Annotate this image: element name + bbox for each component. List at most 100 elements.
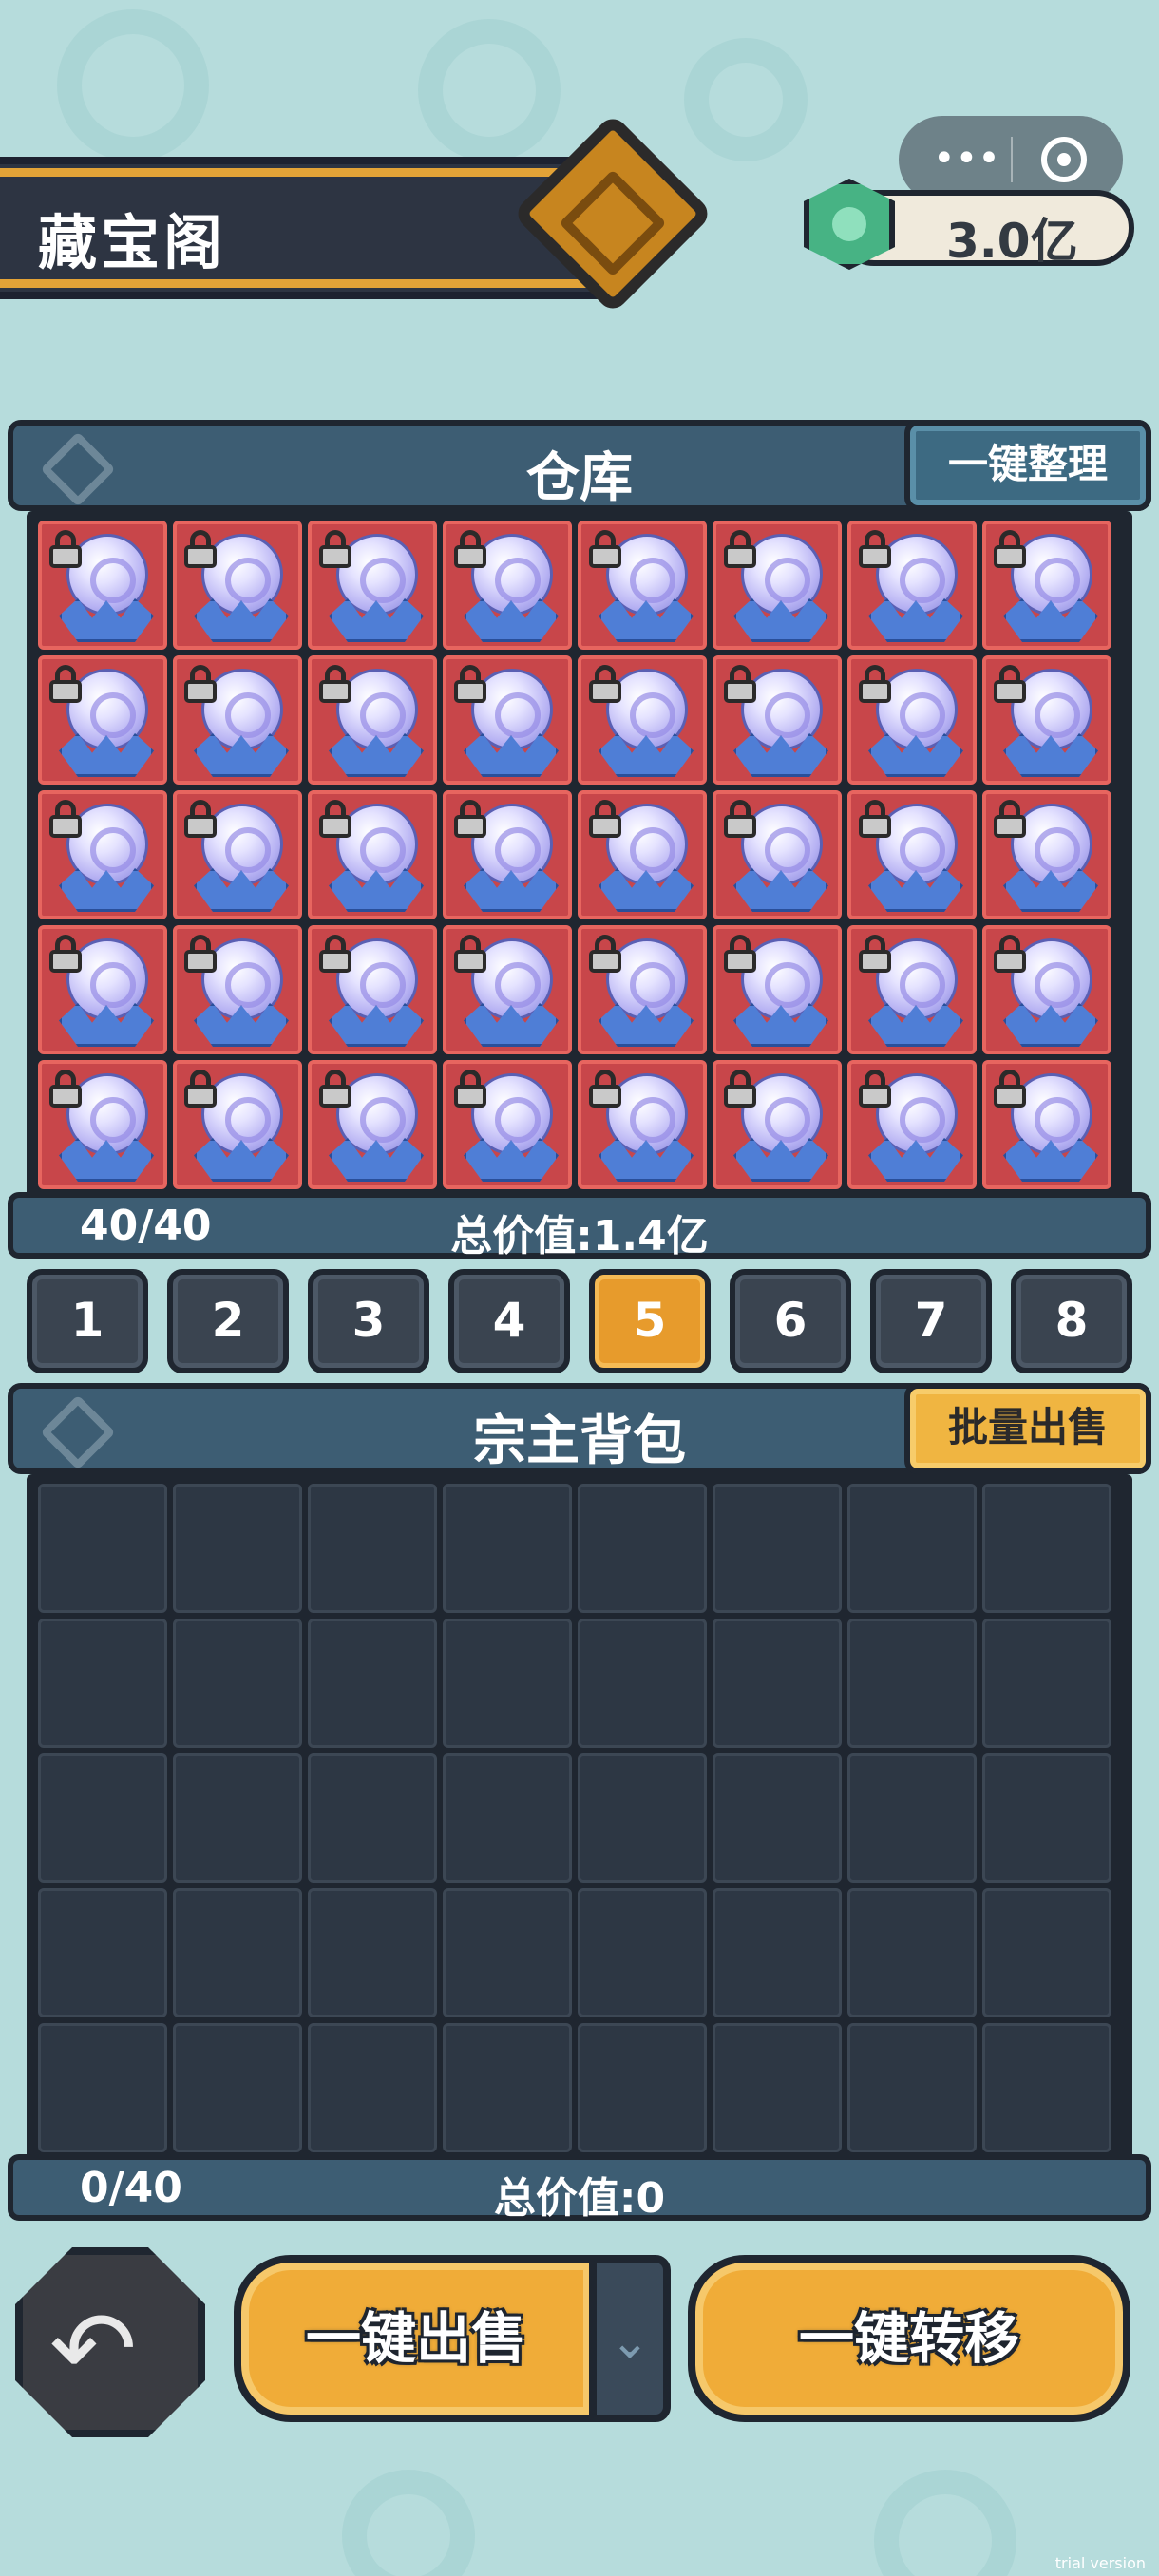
warehouse-item-slot[interactable] bbox=[443, 790, 572, 919]
warehouse-item-slot[interactable] bbox=[847, 925, 977, 1054]
warehouse-item-slot[interactable] bbox=[982, 655, 1112, 785]
sell-all-button[interactable]: 一键出售 bbox=[234, 2255, 598, 2422]
warehouse-item-slot[interactable] bbox=[173, 655, 302, 785]
backpack-empty-slot[interactable] bbox=[443, 1753, 572, 1883]
backpack-empty-slot[interactable] bbox=[982, 2023, 1112, 2152]
warehouse-item-slot[interactable] bbox=[847, 655, 977, 785]
warehouse-item-slot[interactable] bbox=[578, 790, 707, 919]
backpack-empty-slot[interactable] bbox=[38, 2023, 167, 2152]
warehouse-item-slot[interactable] bbox=[847, 1060, 977, 1189]
backpack-empty-slot[interactable] bbox=[308, 1753, 437, 1883]
warehouse-item-slot[interactable] bbox=[847, 521, 977, 650]
backpack-empty-slot[interactable] bbox=[712, 2023, 842, 2152]
backpack-empty-slot[interactable] bbox=[712, 1753, 842, 1883]
warehouse-item-slot[interactable] bbox=[982, 925, 1112, 1054]
warehouse-item-slot[interactable] bbox=[308, 1060, 437, 1189]
sell-options-dropdown[interactable]: ⌄ bbox=[589, 2255, 671, 2422]
batch-sell-button[interactable]: 批量出售 bbox=[904, 1383, 1151, 1474]
backpack-empty-slot[interactable] bbox=[982, 1619, 1112, 1748]
backpack-empty-slot[interactable] bbox=[308, 1888, 437, 2017]
backpack-empty-slot[interactable] bbox=[982, 1484, 1112, 1613]
backpack-empty-slot[interactable] bbox=[847, 1484, 977, 1613]
backpack-empty-slot[interactable] bbox=[38, 1753, 167, 1883]
backpack-empty-slot[interactable] bbox=[578, 1484, 707, 1613]
warehouse-item-slot[interactable] bbox=[712, 1060, 842, 1189]
backpack-empty-slot[interactable] bbox=[443, 1619, 572, 1748]
backpack-empty-slot[interactable] bbox=[982, 1888, 1112, 2017]
target-icon[interactable] bbox=[1041, 137, 1087, 182]
warehouse-item-slot[interactable] bbox=[712, 925, 842, 1054]
backpack-empty-slot[interactable] bbox=[712, 1888, 842, 2017]
warehouse-item-slot[interactable] bbox=[578, 521, 707, 650]
warehouse-item-slot[interactable] bbox=[173, 925, 302, 1054]
more-dots-icon[interactable]: ••• bbox=[933, 135, 1000, 182]
backpack-empty-slot[interactable] bbox=[982, 1753, 1112, 1883]
page-tab-4[interactable]: 4 bbox=[448, 1269, 570, 1373]
warehouse-item-slot[interactable] bbox=[712, 655, 842, 785]
page-tab-2[interactable]: 2 bbox=[167, 1269, 289, 1373]
warehouse-item-slot[interactable] bbox=[982, 521, 1112, 650]
warehouse-item-slot[interactable] bbox=[308, 790, 437, 919]
backpack-empty-slot[interactable] bbox=[847, 1753, 977, 1883]
lock-icon bbox=[857, 665, 893, 703]
warehouse-item-slot[interactable] bbox=[443, 521, 572, 650]
page-tab-6[interactable]: 6 bbox=[730, 1269, 851, 1373]
page-tab-7[interactable]: 7 bbox=[870, 1269, 992, 1373]
backpack-empty-slot[interactable] bbox=[173, 1619, 302, 1748]
page-tab-1[interactable]: 1 bbox=[27, 1269, 148, 1373]
warehouse-item-slot[interactable] bbox=[443, 1060, 572, 1189]
backpack-empty-slot[interactable] bbox=[443, 1888, 572, 2017]
warehouse-item-slot[interactable] bbox=[38, 790, 167, 919]
backpack-empty-slot[interactable] bbox=[38, 1484, 167, 1613]
warehouse-item-slot[interactable] bbox=[578, 925, 707, 1054]
backpack-empty-slot[interactable] bbox=[308, 1619, 437, 1748]
warehouse-item-slot[interactable] bbox=[173, 790, 302, 919]
warehouse-item-slot[interactable] bbox=[443, 925, 572, 1054]
auto-sort-button[interactable]: 一键整理 bbox=[904, 420, 1151, 511]
warehouse-item-slot[interactable] bbox=[712, 521, 842, 650]
warehouse-item-slot[interactable] bbox=[443, 655, 572, 785]
warehouse-item-slot[interactable] bbox=[578, 655, 707, 785]
warehouse-item-slot[interactable] bbox=[173, 1060, 302, 1189]
backpack-empty-slot[interactable] bbox=[443, 1484, 572, 1613]
warehouse-item-slot[interactable] bbox=[982, 1060, 1112, 1189]
backpack-empty-slot[interactable] bbox=[712, 1619, 842, 1748]
warehouse-item-slot[interactable] bbox=[982, 790, 1112, 919]
warehouse-item-slot[interactable] bbox=[38, 925, 167, 1054]
transfer-all-button[interactable]: 一键转移 bbox=[688, 2255, 1130, 2422]
warehouse-item-slot[interactable] bbox=[578, 1060, 707, 1189]
warehouse-item-slot[interactable] bbox=[38, 655, 167, 785]
backpack-empty-slot[interactable] bbox=[173, 1753, 302, 1883]
back-button[interactable]: ↶ bbox=[15, 2247, 205, 2437]
warehouse-item-slot[interactable] bbox=[308, 925, 437, 1054]
backpack-empty-slot[interactable] bbox=[308, 2023, 437, 2152]
backpack-empty-slot[interactable] bbox=[578, 1888, 707, 2017]
warehouse-item-slot[interactable] bbox=[308, 655, 437, 785]
warehouse-item-slot[interactable] bbox=[308, 521, 437, 650]
lock-icon bbox=[182, 935, 218, 973]
backpack-empty-slot[interactable] bbox=[847, 1888, 977, 2017]
backpack-empty-slot[interactable] bbox=[712, 1484, 842, 1613]
backpack-empty-slot[interactable] bbox=[38, 1888, 167, 2017]
backpack-empty-slot[interactable] bbox=[173, 1888, 302, 2017]
warehouse-item-slot[interactable] bbox=[38, 1060, 167, 1189]
warehouse-item-slot[interactable] bbox=[173, 521, 302, 650]
page-tab-5[interactable]: 5 bbox=[589, 1269, 711, 1373]
backpack-empty-slot[interactable] bbox=[847, 2023, 977, 2152]
lotus-pedestal-icon bbox=[329, 1003, 424, 1047]
backpack-empty-slot[interactable] bbox=[847, 1619, 977, 1748]
warehouse-item-slot[interactable] bbox=[38, 521, 167, 650]
backpack-empty-slot[interactable] bbox=[173, 2023, 302, 2152]
backpack-empty-slot[interactable] bbox=[38, 1619, 167, 1748]
backpack-empty-slot[interactable] bbox=[578, 1753, 707, 1883]
backpack-empty-slot[interactable] bbox=[173, 1484, 302, 1613]
warehouse-item-slot[interactable] bbox=[712, 790, 842, 919]
page-tab-3[interactable]: 3 bbox=[308, 1269, 429, 1373]
backpack-empty-slot[interactable] bbox=[308, 1484, 437, 1613]
backpack-empty-slot[interactable] bbox=[578, 1619, 707, 1748]
backpack-empty-slot[interactable] bbox=[578, 2023, 707, 2152]
backpack-empty-slot[interactable] bbox=[443, 2023, 572, 2152]
lotus-pedestal-icon bbox=[329, 868, 424, 912]
warehouse-item-slot[interactable] bbox=[847, 790, 977, 919]
page-tab-8[interactable]: 8 bbox=[1011, 1269, 1132, 1373]
